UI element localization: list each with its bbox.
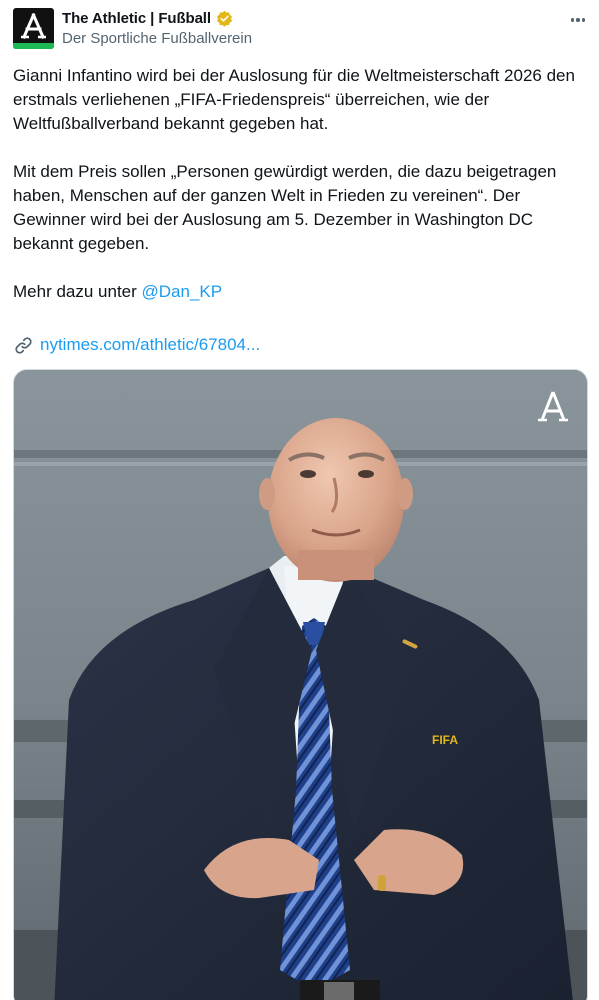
ring bbox=[378, 875, 386, 891]
link-icon bbox=[15, 336, 32, 354]
more-dot-icon bbox=[576, 18, 580, 22]
name-row: The Athletic | Fußball bbox=[62, 10, 233, 27]
tweet-paragraph: Gianni Infantino wird bei der Auslosung … bbox=[13, 66, 575, 133]
tweet-paragraph: Mit dem Preis sollen „Personen gewürdigt… bbox=[13, 162, 557, 253]
more-dot-icon bbox=[582, 18, 586, 22]
more-dot-icon bbox=[570, 18, 574, 22]
handle[interactable]: Der Sportliche Fußballverein bbox=[62, 30, 252, 47]
more-prefix-text: Mehr dazu unter bbox=[13, 282, 142, 301]
tweet-header: The Athletic | Fußball Der Sportliche Fu… bbox=[13, 8, 589, 52]
mention-link[interactable]: @Dan_KP bbox=[142, 282, 223, 301]
external-link[interactable]: nytimes.com/athletic/67804... bbox=[13, 333, 260, 357]
athletic-logo-icon bbox=[21, 13, 46, 39]
tweet-media-image[interactable]: FIFA bbox=[13, 369, 588, 1000]
verified-badge-icon bbox=[216, 10, 232, 27]
link-text[interactable]: nytimes.com/athletic/67804... bbox=[40, 333, 260, 357]
tweet-text: Gianni Infantino wird bei der Auslosung … bbox=[13, 64, 588, 304]
infantino-photo: FIFA bbox=[14, 370, 587, 1000]
fifa-badge-text: FIFA bbox=[432, 733, 458, 747]
display-name[interactable]: The Athletic | Fußball bbox=[62, 10, 211, 27]
avatar[interactable] bbox=[13, 8, 54, 49]
tweet-paragraph: Mehr dazu unter @Dan_KP bbox=[13, 280, 588, 304]
more-options-button[interactable] bbox=[567, 11, 589, 29]
avatar-accent-bar bbox=[13, 43, 54, 49]
